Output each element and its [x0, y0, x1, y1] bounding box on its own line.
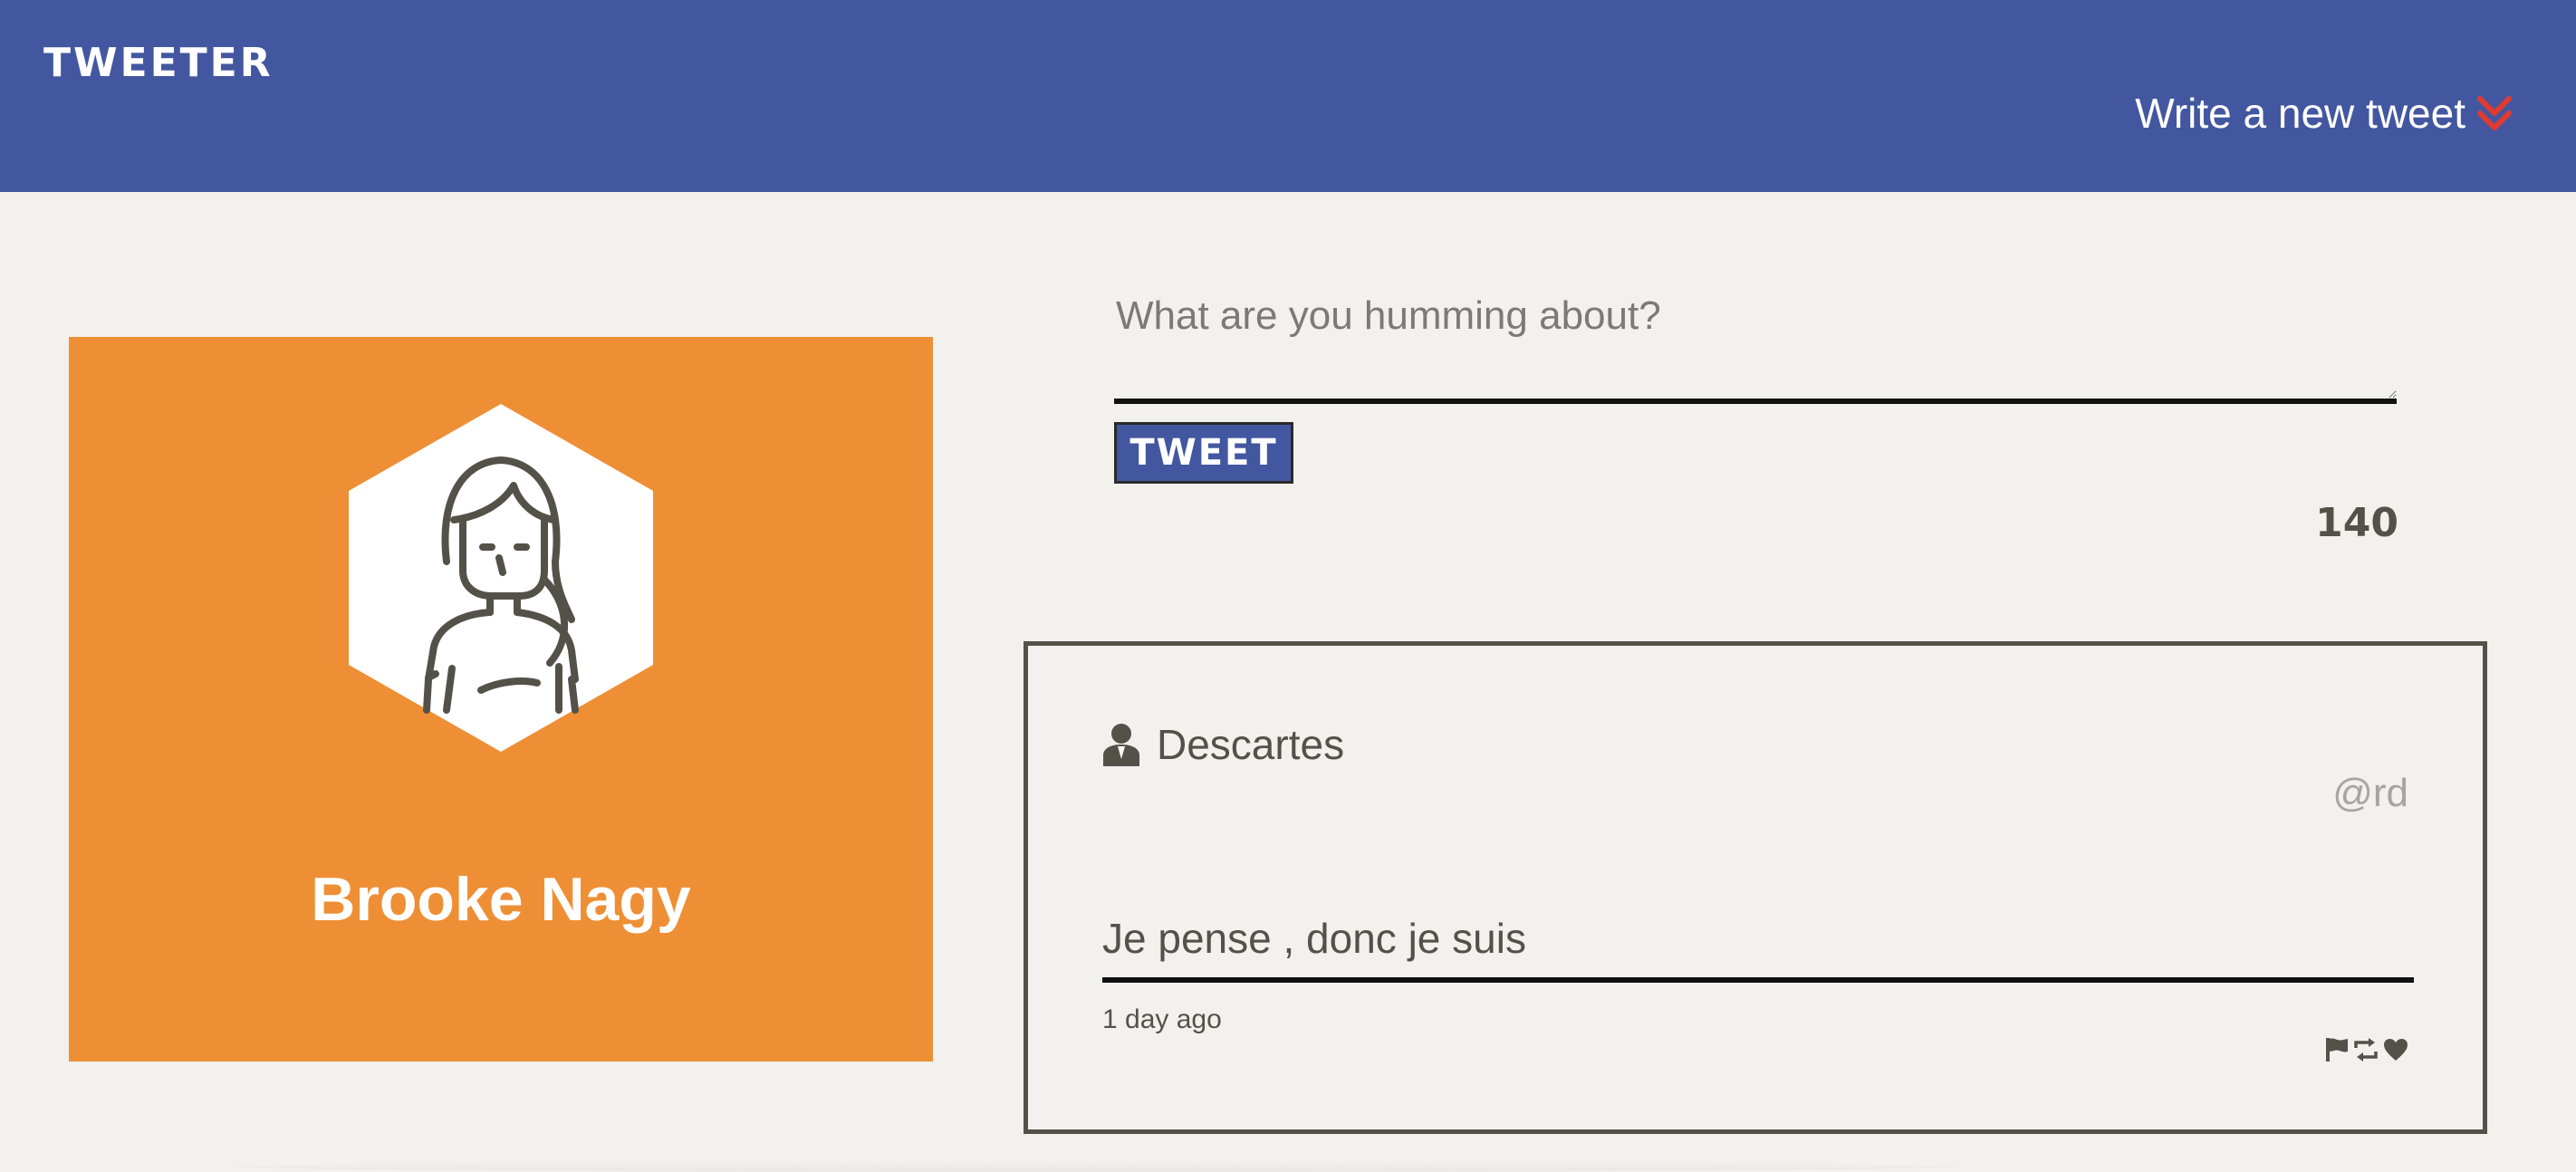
write-new-tweet-label: Write a new tweet: [2135, 90, 2465, 137]
tweet-author: Descartes: [1102, 720, 1344, 769]
profile-card: Brooke Nagy: [69, 337, 933, 1062]
tweet-card: Descartes @rd Je pense , donc je suis 1 …: [1024, 641, 2487, 1134]
tweet-actions: [2325, 1037, 2408, 1067]
flag-icon[interactable]: [2325, 1037, 2349, 1067]
write-new-tweet-toggle[interactable]: Write a new tweet: [2135, 89, 2513, 138]
tweet-author-handle: @rd: [2332, 771, 2408, 815]
retweet-icon[interactable]: [2352, 1037, 2379, 1067]
top-nav-bar: TWEETER Write a new tweet: [0, 0, 2576, 192]
tweet-submit-button[interactable]: TWEET: [1114, 422, 1293, 484]
profile-name: Brooke Nagy: [311, 865, 691, 934]
tweet-compose-input[interactable]: [1114, 277, 2397, 404]
heart-icon[interactable]: [2383, 1038, 2408, 1066]
app-logo[interactable]: TWEETER: [43, 40, 274, 86]
page-bottom-shadow: [235, 1161, 1956, 1172]
tweet-author-name[interactable]: Descartes: [1157, 720, 1344, 769]
double-chevron-down-icon: [2477, 96, 2512, 130]
tweet-content: Je pense , donc je suis: [1102, 914, 2414, 983]
user-avatar-hexagon-icon: [349, 404, 653, 752]
person-icon: [1103, 724, 1139, 766]
char-counter: 140: [2315, 500, 2398, 546]
tweet-timestamp: 1 day ago: [1102, 1004, 1222, 1034]
